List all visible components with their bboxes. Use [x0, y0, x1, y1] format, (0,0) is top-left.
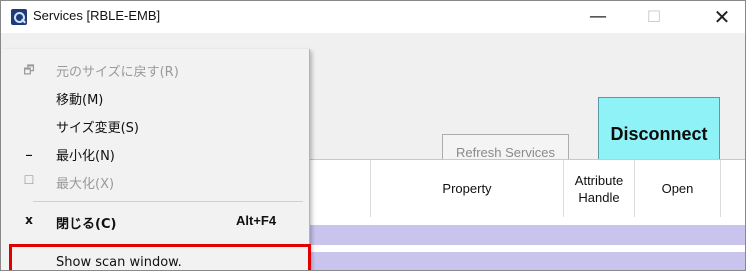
red-highlight-box — [9, 244, 311, 270]
column-header-property[interactable]: Property — [371, 160, 564, 217]
menu-item-label: 最大化(X) — [56, 177, 115, 192]
menu-item-move[interactable]: 移動(M) — [1, 83, 309, 111]
restore-icon: 🗗 — [23, 63, 35, 77]
menu-separator — [33, 201, 303, 202]
column-header-attribute-handle[interactable]: Attribute Handle — [564, 160, 635, 217]
app-search-icon[interactable] — [11, 9, 27, 25]
menu-item-label: 移動(M) — [56, 93, 104, 108]
maximize-icon: ☐ — [23, 173, 35, 187]
close-icon: x — [25, 213, 33, 227]
column-header-extra[interactable] — [721, 160, 745, 217]
minimize-icon: _ — [26, 142, 32, 156]
title-bar[interactable]: Services [RBLE-EMB] — ☐ ✕ — [1, 1, 745, 33]
menu-item-label: 最小化(N) — [56, 149, 115, 164]
menu-item-label: 元のサイズに戻す(R) — [56, 65, 179, 80]
menu-item-minimize[interactable]: _ 最小化(N) — [1, 139, 309, 167]
maximize-button[interactable]: ☐ — [631, 1, 677, 33]
menu-item-close[interactable]: x 閉じる(C) Alt+F4 — [1, 207, 309, 235]
menu-item-size[interactable]: サイズ変更(S) — [1, 111, 309, 139]
close-button[interactable]: ✕ — [699, 1, 745, 33]
menu-item-restore[interactable]: 🗗 元のサイズに戻す(R) — [1, 55, 309, 83]
menu-item-maximize[interactable]: ☐ 最大化(X) — [1, 167, 309, 195]
services-window: Services [RBLE-EMB] — ☐ ✕ Refresh Servic… — [0, 0, 746, 271]
menu-item-label: サイズ変更(S) — [56, 121, 140, 136]
system-menu: 🗗 元のサイズに戻す(R) 移動(M) サイズ変更(S) _ 最小化(N) ☐ … — [1, 49, 311, 270]
column-header-open[interactable]: Open — [635, 160, 721, 217]
minimize-button[interactable]: — — [575, 1, 621, 33]
column-header-blank[interactable] — [301, 160, 371, 217]
menu-item-label: 閉じる(C) — [56, 217, 117, 232]
menu-item-shortcut: Alt+F4 — [236, 213, 277, 228]
window-title: Services [RBLE-EMB] — [33, 8, 161, 23]
lens-handle-shape — [21, 18, 26, 24]
